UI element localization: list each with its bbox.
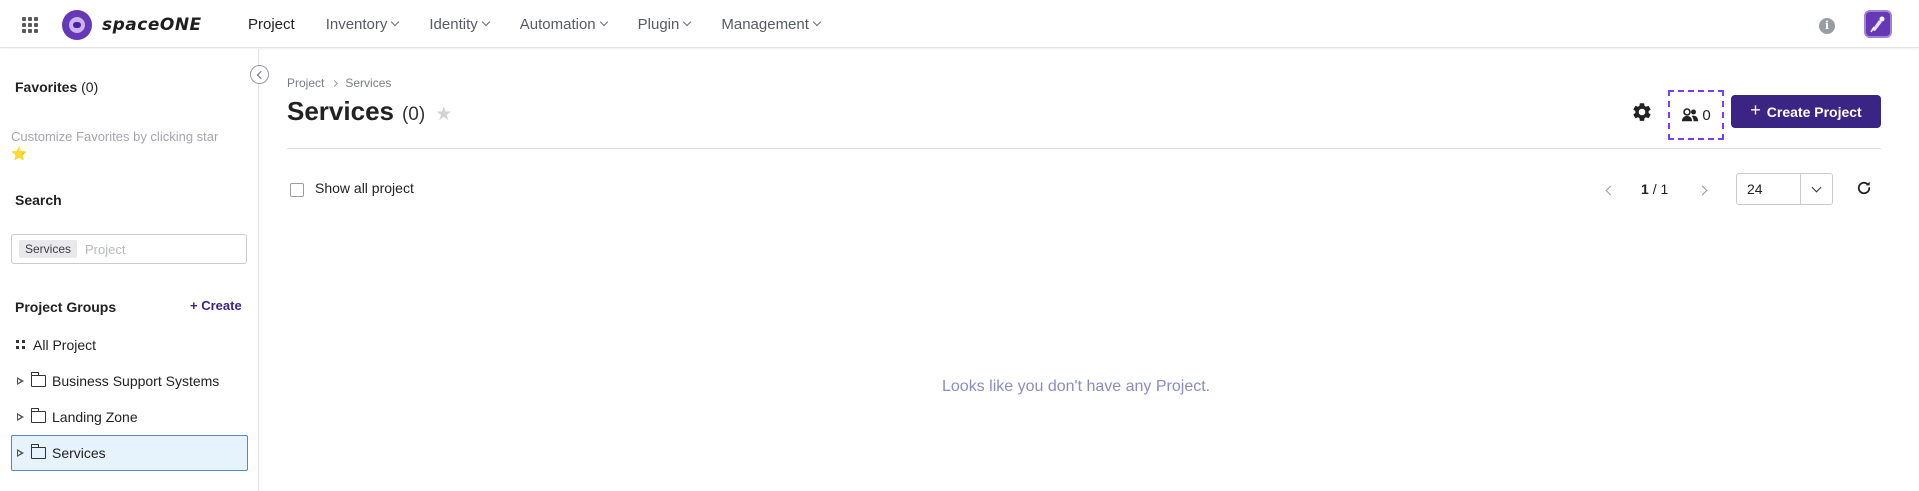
menu-item-inventory[interactable]: Inventory (325, 15, 400, 33)
plus-icon: + (1750, 100, 1761, 120)
app-grid-icon[interactable] (22, 17, 40, 33)
chevron-down-icon (391, 17, 400, 27)
breadcrumb: Project Services (287, 76, 391, 90)
user-avatar[interactable] (1864, 10, 1892, 38)
show-all-checkbox[interactable] (290, 183, 304, 197)
project-tree: All Project Business Support Systems Lan… (11, 327, 248, 471)
chevron-down-icon (481, 17, 491, 27)
chevron-right-icon (331, 79, 339, 87)
chevron-down-icon (683, 17, 692, 27)
chevron-down-icon (812, 17, 822, 27)
search-tag[interactable]: Services (19, 240, 78, 258)
tree-item-label: Business Support Systems (52, 373, 220, 389)
members-count: 0 (1702, 106, 1711, 124)
favorites-count: (0) (81, 79, 99, 95)
menu-item-identity[interactable]: Identity (429, 15, 491, 33)
tree-item-all-project[interactable]: All Project (11, 327, 248, 363)
refresh-icon[interactable] (1855, 179, 1873, 197)
menu-item-label: Management (721, 15, 809, 33)
folder-icon (30, 408, 46, 423)
chevron-right-icon[interactable] (1697, 183, 1711, 197)
page-size-select[interactable]: 24 (1736, 173, 1833, 205)
tree-item-business-support-systems[interactable]: Business Support Systems (11, 363, 248, 399)
page-size-value: 24 (1747, 181, 1763, 197)
menu-item-label: Identity (429, 15, 478, 33)
main-menu: Project Inventory Identity Automation Pl… (248, 0, 851, 48)
tree-item-landing-zone[interactable]: Landing Zone (11, 399, 248, 435)
chevron-down-icon[interactable] (1800, 174, 1832, 204)
menu-item-plugin[interactable]: Plugin (637, 15, 692, 33)
dots-grid-icon (16, 340, 26, 350)
star-icon: ⭐ (11, 146, 28, 161)
empty-state-message: Looks like you don't have any Project. (942, 378, 1211, 395)
tree-item-label: Services (52, 445, 106, 461)
create-group-button[interactable]: + Create (190, 298, 242, 313)
project-groups-title: Project Groups (15, 299, 117, 315)
astronaut-telescope-icon (1866, 12, 1890, 36)
page-title: Services (0) ★ (287, 96, 452, 127)
page-total: / 1 (1652, 181, 1669, 197)
top-navigation: spaceONE Project Inventory Identity Auto… (0, 0, 1919, 48)
tree-item-label: All Project (33, 337, 97, 353)
project-members-button[interactable]: 0 (1668, 90, 1724, 140)
logo-text: spaceONE (102, 15, 202, 35)
members-count-group: 0 (1681, 106, 1711, 124)
tree-item-services[interactable]: Services (11, 435, 248, 471)
chevron-down-icon (599, 17, 608, 27)
favorites-help-text: Customize Favorites by clicking star ⭐ (11, 128, 231, 162)
favorite-star-icon[interactable]: ★ (435, 103, 452, 126)
page-title-count: (0) (401, 104, 426, 125)
menu-item-automation[interactable]: Automation (519, 15, 608, 33)
expand-triangle-icon[interactable] (17, 449, 24, 457)
settings-gear-icon[interactable] (1631, 101, 1653, 123)
page-title-text: Services (287, 96, 394, 126)
pagination-text: 1 / 1 (1641, 181, 1668, 197)
chevron-left-icon[interactable] (1602, 183, 1616, 197)
logo[interactable]: spaceONE (62, 10, 202, 40)
menu-item-label: Automation (519, 15, 596, 33)
search-title: Search (15, 192, 62, 208)
favorites-title: Favorites (0) (15, 79, 98, 95)
spaceone-logo-icon (62, 10, 92, 40)
page-current: 1 (1641, 181, 1649, 197)
menu-item-label: Inventory (325, 15, 388, 33)
menu-item-label: Plugin (637, 15, 680, 33)
expand-triangle-icon[interactable] (17, 377, 24, 385)
expand-triangle-icon[interactable] (17, 413, 24, 421)
show-all-label[interactable]: Show all project (315, 180, 414, 196)
create-project-button[interactable]: + Create Project (1731, 95, 1881, 128)
sidebar-collapse-button[interactable] (250, 65, 269, 84)
create-project-label: Create Project (1766, 103, 1862, 120)
tree-item-label: Landing Zone (52, 409, 138, 425)
favorites-label: Favorites (15, 79, 78, 95)
menu-item-project[interactable]: Project (248, 16, 295, 33)
folder-icon (30, 444, 46, 459)
folder-icon (30, 372, 46, 387)
info-icon[interactable]: i (1819, 18, 1835, 34)
breadcrumb-current: Services (345, 76, 392, 90)
sidebar: Favorites (0) Customize Favorites by cli… (0, 49, 259, 491)
menu-item-label: Project (248, 15, 295, 33)
users-icon (1682, 108, 1699, 122)
breadcrumb-link-project[interactable]: Project (287, 76, 324, 90)
header-divider (287, 148, 1881, 149)
search-input[interactable] (85, 241, 226, 257)
search-box[interactable]: Services (11, 234, 247, 264)
menu-item-management[interactable]: Management (721, 15, 822, 33)
favorites-help-label: Customize Favorites by clicking star (11, 129, 219, 144)
